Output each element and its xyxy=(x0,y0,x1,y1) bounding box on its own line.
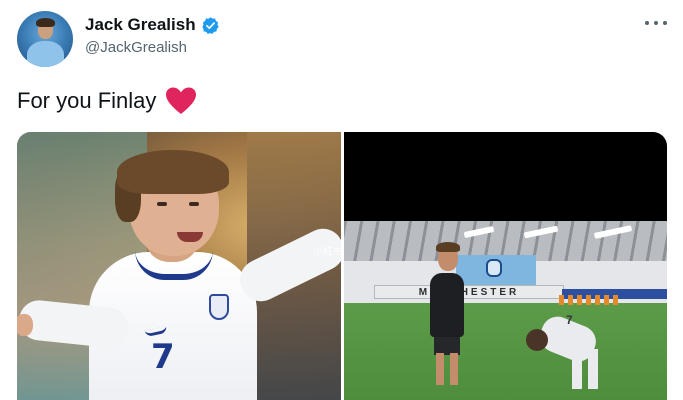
pitch xyxy=(344,303,667,400)
media-photo-left[interactable]: 7 xyxy=(17,132,341,400)
author-name-row: Jack Grealish xyxy=(85,14,220,36)
watermark-text: 小红书 xyxy=(313,247,343,258)
player-hand xyxy=(17,314,33,336)
avatar[interactable] xyxy=(17,11,73,67)
more-options-icon[interactable] xyxy=(645,16,667,30)
more-dot xyxy=(654,21,658,25)
training-cones xyxy=(559,295,619,305)
heart-emoji-icon xyxy=(165,86,197,116)
avatar-hair xyxy=(36,18,55,27)
player-hair xyxy=(436,242,460,252)
more-dot xyxy=(645,21,649,25)
kid-shirt-number: 7 xyxy=(566,313,573,327)
player-leg xyxy=(450,353,458,385)
avatar-body xyxy=(27,41,64,67)
training-ground-scene: MANCHESTER 7 xyxy=(344,221,667,400)
shirt-number: 7 xyxy=(151,337,175,377)
author-display-name[interactable]: Jack Grealish xyxy=(85,15,196,35)
player-eye xyxy=(157,202,167,206)
kid-head xyxy=(526,329,548,351)
tweet-text: For you Finlay xyxy=(17,86,197,116)
author-handle[interactable]: @JackGrealish xyxy=(85,39,187,56)
tweet: Jack Grealish @JackGrealish For you Finl… xyxy=(0,0,683,400)
player-hair xyxy=(117,150,229,194)
club-crest-icon xyxy=(486,259,502,277)
verified-badge-icon xyxy=(201,16,220,35)
more-dot xyxy=(663,21,667,25)
tweet-text-content: For you Finlay xyxy=(17,88,157,113)
tweet-media[interactable]: 7 MANCHESTER 7 xyxy=(17,132,667,400)
player-training-top xyxy=(430,273,464,337)
player-leg xyxy=(436,353,444,385)
advertising-board: MANCHESTER xyxy=(374,285,564,299)
player-eye xyxy=(189,202,199,206)
media-photo-right[interactable]: MANCHESTER 7 xyxy=(344,132,667,400)
england-crest-icon xyxy=(209,294,229,320)
